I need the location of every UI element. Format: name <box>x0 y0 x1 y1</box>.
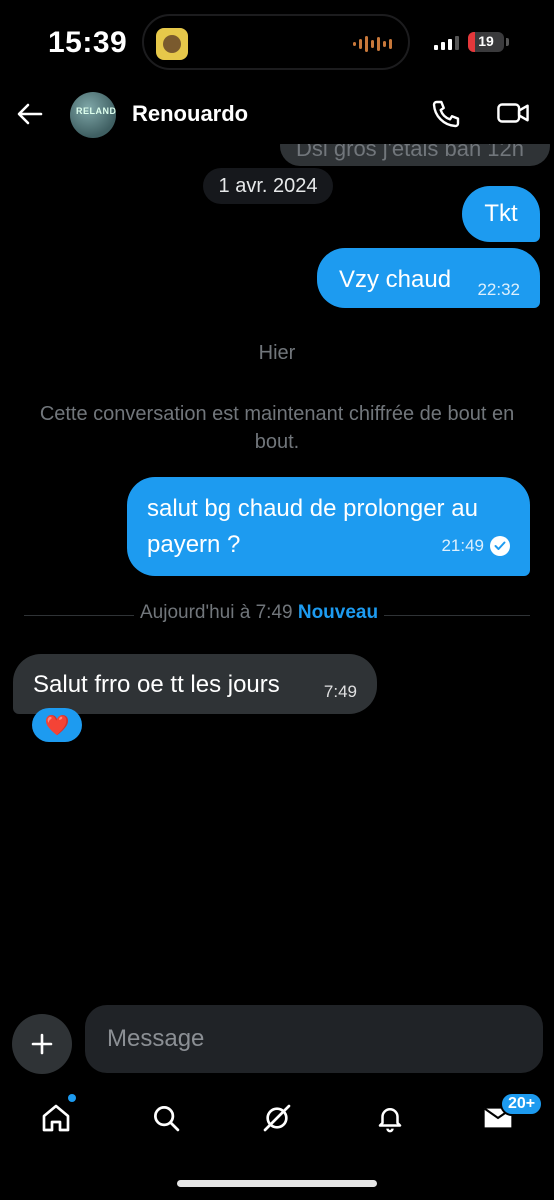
status-time: 15:39 <box>48 26 128 59</box>
messages-badge: 20+ <box>500 1092 544 1116</box>
now-playing-artwork <box>156 28 188 60</box>
message-timestamp: 7:49 <box>323 682 357 701</box>
voice-call-button[interactable] <box>430 98 462 130</box>
grok-icon <box>263 1104 291 1132</box>
message-meta: 21:49 <box>441 528 510 564</box>
message-timestamp: 22:32 <box>477 280 520 299</box>
conversation-header: RELAND Renouardo <box>0 84 554 144</box>
message-list[interactable]: Dsl gros j'étais ban 12h 1 avr. 2024 Tkt… <box>0 144 554 1000</box>
arrow-left-icon <box>17 103 43 125</box>
contact-name[interactable]: Renouardo <box>132 101 248 127</box>
message-text: Vzy chaud <box>339 266 452 293</box>
nav-notifications[interactable] <box>370 1098 410 1138</box>
battery-level: 19 <box>478 33 494 49</box>
video-camera-icon <box>497 103 529 123</box>
nav-grok[interactable] <box>257 1098 297 1138</box>
home-unread-dot <box>68 1094 76 1102</box>
avatar-text: RELAND <box>76 106 116 116</box>
home-indicator[interactable] <box>177 1180 377 1187</box>
cellular-signal-icon <box>434 36 459 50</box>
message-input[interactable] <box>85 1005 543 1073</box>
divider-date: Aujourd'hui à 7:49 <box>140 602 293 623</box>
nav-search[interactable] <box>146 1098 186 1138</box>
new-messages-divider: Aujourd'hui à 7:49 Nouveau <box>24 602 530 630</box>
nav-home[interactable] <box>36 1098 76 1138</box>
heart-reaction[interactable]: ❤️ <box>32 708 82 742</box>
phone-icon <box>432 100 460 128</box>
message-composer[interactable] <box>85 1005 543 1073</box>
bell-icon <box>378 1108 402 1133</box>
message-bubble-outgoing[interactable]: salut bg chaud de prolonger au payern ? … <box>127 477 530 576</box>
home-icon <box>42 1104 70 1132</box>
message-text: salut bg chaud de prolonger au payern ? <box>147 495 478 558</box>
heart-icon: ❤️ <box>44 714 70 737</box>
search-icon <box>154 1106 180 1132</box>
status-bar: 15:39 19 <box>0 0 554 84</box>
new-badge: Nouveau <box>297 602 379 623</box>
previous-message-text: Dsl gros j'étais ban 12h <box>296 144 524 161</box>
message-timestamp: 21:49 <box>441 536 484 555</box>
message-text: Salut frro oe tt les jours <box>33 671 280 698</box>
audio-waveform-icon <box>353 35 392 53</box>
divider-label: Aujourd'hui à 7:49 Nouveau <box>134 602 385 624</box>
dynamic-island[interactable] <box>142 14 410 70</box>
battery-icon: 19 <box>468 32 504 52</box>
day-separator: Hier <box>258 342 296 364</box>
video-call-button[interactable] <box>496 98 532 130</box>
add-attachment-button[interactable] <box>12 1014 72 1074</box>
plus-icon <box>31 1033 53 1055</box>
bottom-navigation: 20+ <box>0 1090 554 1150</box>
message-bubble-outgoing[interactable]: Vzy chaud 22:32 <box>317 248 540 308</box>
back-button[interactable] <box>14 98 46 130</box>
encryption-notice: Cette conversation est maintenant chiffr… <box>39 403 515 453</box>
read-receipt-icon <box>490 536 510 556</box>
date-separator: 1 avr. 2024 <box>203 168 333 204</box>
battery-tip <box>506 38 509 46</box>
message-text: Tkt <box>484 200 518 227</box>
contact-avatar[interactable]: RELAND <box>70 92 116 138</box>
message-bubble-outgoing[interactable]: Tkt <box>462 186 540 242</box>
message-bubble-incoming[interactable]: Salut frro oe tt les jours 7:49 <box>13 654 377 714</box>
